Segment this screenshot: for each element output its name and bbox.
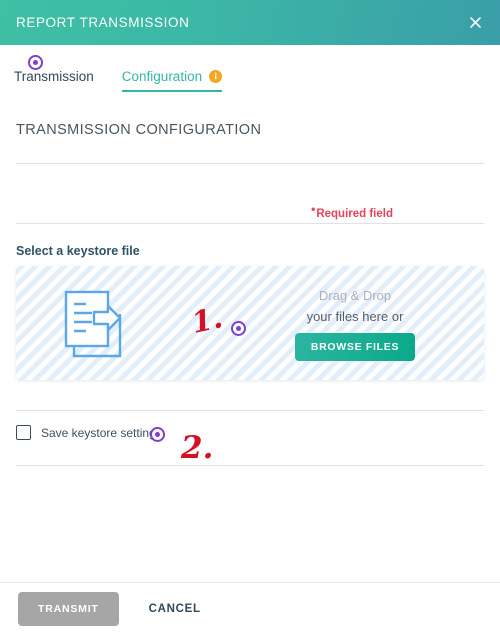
- transmit-button[interactable]: TRANSMIT: [18, 592, 119, 626]
- document-export-icon: [58, 288, 138, 360]
- tab-configuration[interactable]: Configuration i: [121, 69, 223, 92]
- dialog-title: REPORT TRANSMISSION: [16, 15, 190, 30]
- keystore-field-label: Select a keystore file: [16, 244, 140, 258]
- tab-configuration-label: Configuration: [121, 69, 203, 84]
- close-icon[interactable]: [466, 14, 484, 32]
- annotation-step-1: 1.: [188, 300, 226, 340]
- dialog-titlebar: REPORT TRANSMISSION: [0, 0, 500, 45]
- divider-below-checkbox: [16, 465, 484, 466]
- save-keystore-row[interactable]: Save keystore settings: [16, 425, 162, 440]
- required-field-text: Required field: [316, 208, 393, 220]
- annotation-marker-tab: [28, 55, 43, 70]
- info-icon: i: [209, 70, 223, 83]
- divider-required: [16, 223, 484, 224]
- cancel-button[interactable]: CANCEL: [149, 603, 201, 615]
- dropzone-text: Drag & Drop your files here or BROWSE FI…: [270, 288, 440, 361]
- dropzone-line2: your files here or: [306, 309, 404, 324]
- dropzone-line1: Drag & Drop: [318, 288, 392, 303]
- save-keystore-label: Save keystore settings: [41, 425, 162, 440]
- tab-transmission[interactable]: Transmission: [14, 69, 94, 92]
- save-keystore-checkbox[interactable]: [16, 425, 31, 440]
- annotation-marker-checkbox: [150, 427, 165, 442]
- dialog-footer: TRANSMIT CANCEL: [0, 583, 500, 635]
- divider-above-checkbox: [16, 410, 484, 411]
- required-field-note: •Required field: [311, 202, 393, 220]
- annotation-step-2: 2.: [181, 430, 214, 466]
- annotation-marker-dropzone: [231, 321, 246, 336]
- report-transmission-dialog: REPORT TRANSMISSION Transmission Configu…: [0, 0, 500, 635]
- page-title: TRANSMISSION CONFIGURATION: [16, 122, 262, 138]
- tab-bar: Transmission Configuration i: [0, 45, 500, 92]
- divider-top: [16, 163, 484, 164]
- file-dropzone[interactable]: Drag & Drop your files here or BROWSE FI…: [16, 266, 484, 380]
- required-asterisk-icon: •: [311, 202, 316, 216]
- browse-files-button[interactable]: BROWSE FILES: [294, 333, 416, 361]
- tab-transmission-label: Transmission: [14, 69, 94, 84]
